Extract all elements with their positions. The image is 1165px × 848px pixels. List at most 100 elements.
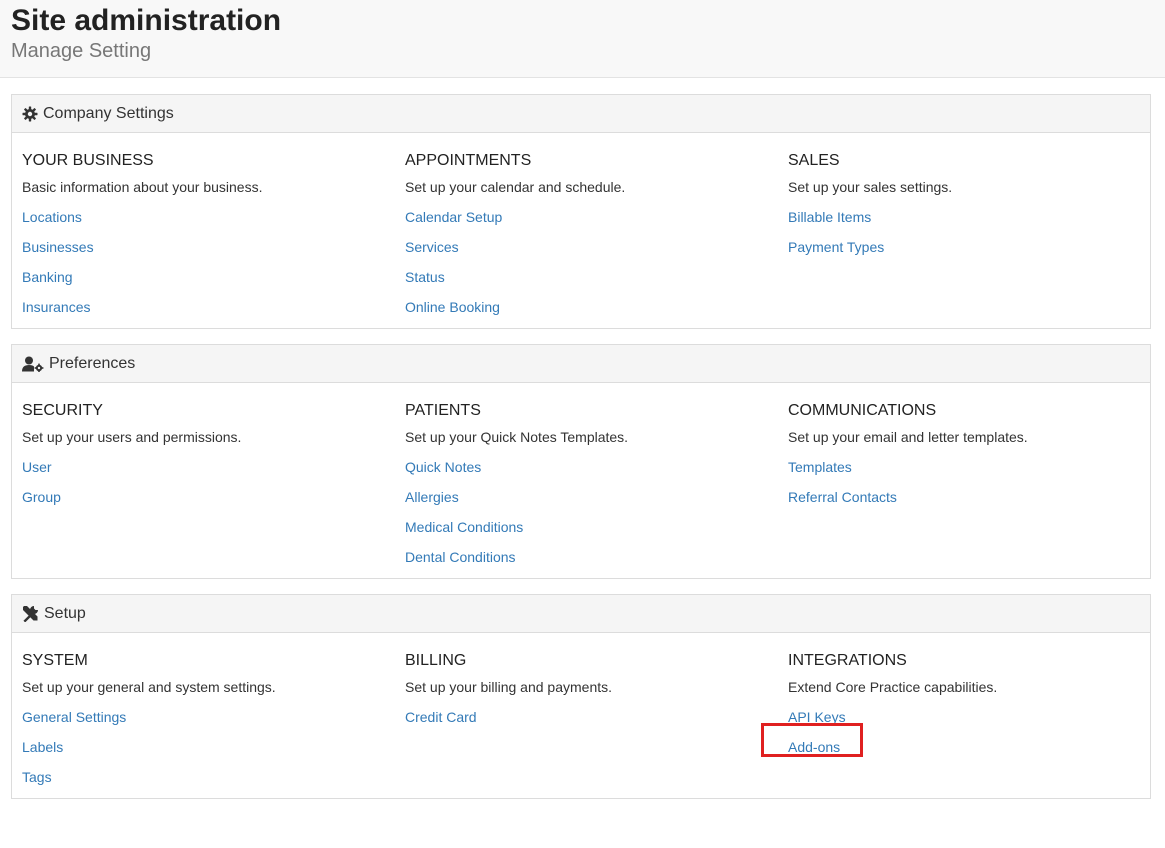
section-system: SYSTEM Set up your general and system set… <box>22 650 405 798</box>
panel-setup: Setup SYSTEM Set up your general and syste… <box>11 594 1151 799</box>
section-your-business: YOUR BUSINESS Basic information about you… <box>22 150 405 328</box>
panel-company-settings: Company Settings YOUR BUSINESS Basic infor… <box>11 94 1151 329</box>
section-title: BILLING <box>405 652 467 669</box>
link-calendar-setup[interactable]: Calendar Setup <box>405 208 502 226</box>
panel-title: Company Settings <box>43 104 174 122</box>
list-item: Businesses <box>22 238 405 268</box>
list-item: Group <box>22 488 405 518</box>
link-labels[interactable]: Labels <box>22 738 63 756</box>
link-templates[interactable]: Templates <box>788 458 852 476</box>
page-subtitle: Manage Setting <box>11 40 152 62</box>
link-general-settings[interactable]: General Settings <box>22 708 126 726</box>
settings-content: Company Settings YOUR BUSINESS Basic infor… <box>0 78 1165 799</box>
section-links: User Group <box>22 458 405 518</box>
panel-body: YOUR BUSINESS Basic information about you… <box>12 133 1150 328</box>
section-description: Set up your billing and payments. <box>405 679 613 695</box>
list-item: Templates <box>788 458 1140 488</box>
link-billable-items[interactable]: Billable Items <box>788 208 871 226</box>
list-item: Tags <box>22 768 405 798</box>
section-title: SECURITY <box>22 402 103 419</box>
link-online-booking[interactable]: Online Booking <box>405 298 500 316</box>
section-integrations: INTEGRATIONS Extend Core Practice capabil… <box>788 650 1140 798</box>
section-title: INTEGRATIONS <box>788 652 907 669</box>
link-insurances[interactable]: Insurances <box>22 298 90 316</box>
panel-preferences: Preferences SECURITY Set up your users and… <box>11 344 1151 579</box>
panel-body: SYSTEM Set up your general and system set… <box>12 633 1150 798</box>
list-item: Calendar Setup <box>405 208 788 238</box>
section-description: Set up your sales settings. <box>788 179 953 195</box>
section-links: Quick Notes Allergies Medical Conditions De… <box>405 458 788 578</box>
section-description: Set up your general and system settings. <box>22 679 276 695</box>
section-title: COMMUNICATIONS <box>788 402 937 419</box>
gear-icon <box>22 106 38 122</box>
link-payment-types[interactable]: Payment Types <box>788 238 884 256</box>
section-description: Set up your calendar and schedule. <box>405 179 626 195</box>
section-links: API Keys Add-ons <box>788 708 1140 768</box>
section-sales: SALES Set up your sales settings. Billable… <box>788 150 1140 328</box>
tools-icon <box>22 605 39 622</box>
link-credit-card[interactable]: Credit Card <box>405 708 477 726</box>
list-item: Allergies <box>405 488 788 518</box>
panel-heading: Setup <box>12 595 1150 633</box>
section-patients: PATIENTS Set up your Quick Notes Template… <box>405 400 788 578</box>
section-title: PATIENTS <box>405 402 481 419</box>
list-item: Banking <box>22 268 405 298</box>
section-links: General Settings Labels Tags <box>22 708 405 798</box>
link-medical-conditions[interactable]: Medical Conditions <box>405 518 523 536</box>
section-security: SECURITY Set up your users and permission… <box>22 400 405 578</box>
page-title: Site administration <box>11 4 282 37</box>
panel-body: SECURITY Set up your users and permission… <box>12 383 1150 578</box>
list-item: Medical Conditions <box>405 518 788 548</box>
link-status[interactable]: Status <box>405 268 445 286</box>
link-dental-conditions[interactable]: Dental Conditions <box>405 548 516 566</box>
list-item: API Keys <box>788 708 1140 738</box>
link-quick-notes[interactable]: Quick Notes <box>405 458 481 476</box>
section-title: SALES <box>788 152 840 169</box>
link-banking[interactable]: Banking <box>22 268 73 286</box>
section-description: Set up your Quick Notes Templates. <box>405 429 629 445</box>
list-item: Credit Card <box>405 708 788 738</box>
section-communications: COMMUNICATIONS Set up your email and lett… <box>788 400 1140 578</box>
list-item: Status <box>405 268 788 298</box>
list-item: Add-ons <box>788 738 1140 768</box>
section-billing: BILLING Set up your billing and payments.… <box>405 650 788 798</box>
list-item: Quick Notes <box>405 458 788 488</box>
section-title: APPOINTMENTS <box>405 152 532 169</box>
link-allergies[interactable]: Allergies <box>405 488 459 506</box>
link-add-ons[interactable]: Add-ons <box>788 738 840 756</box>
list-item: User <box>22 458 405 488</box>
list-item: Insurances <box>22 298 405 328</box>
section-links: Billable Items Payment Types <box>788 208 1140 268</box>
page-header: Site administration Manage Setting <box>0 0 1165 78</box>
list-item: Locations <box>22 208 405 238</box>
user-gear-icon <box>22 356 44 372</box>
list-item: General Settings <box>22 708 405 738</box>
link-services[interactable]: Services <box>405 238 459 256</box>
section-links: Credit Card <box>405 708 788 738</box>
link-referral-contacts[interactable]: Referral Contacts <box>788 488 897 506</box>
list-item: Online Booking <box>405 298 788 328</box>
section-description: Set up your email and letter templates. <box>788 429 1028 445</box>
section-title: YOUR BUSINESS <box>22 152 154 169</box>
list-item: Billable Items <box>788 208 1140 238</box>
section-description: Extend Core Practice capabilities. <box>788 679 998 695</box>
list-item: Referral Contacts <box>788 488 1140 518</box>
list-item: Dental Conditions <box>405 548 788 578</box>
list-item: Labels <box>22 738 405 768</box>
link-businesses[interactable]: Businesses <box>22 238 94 256</box>
section-appointments: APPOINTMENTS Set up your calendar and sch… <box>405 150 788 328</box>
panel-title: Setup <box>44 604 86 622</box>
section-description: Basic information about your business. <box>22 179 263 195</box>
list-item: Payment Types <box>788 238 1140 268</box>
panel-title: Preferences <box>49 354 136 372</box>
list-item: Services <box>405 238 788 268</box>
panel-heading: Company Settings <box>12 95 1150 133</box>
section-links: Locations Businesses Banking Insurances <box>22 208 405 328</box>
section-description: Set up your users and permissions. <box>22 429 242 445</box>
panel-heading: Preferences <box>12 345 1150 383</box>
link-user[interactable]: User <box>22 458 52 476</box>
link-tags[interactable]: Tags <box>22 768 52 786</box>
link-group[interactable]: Group <box>22 488 61 506</box>
link-api-keys[interactable]: API Keys <box>788 708 846 726</box>
link-locations[interactable]: Locations <box>22 208 82 226</box>
